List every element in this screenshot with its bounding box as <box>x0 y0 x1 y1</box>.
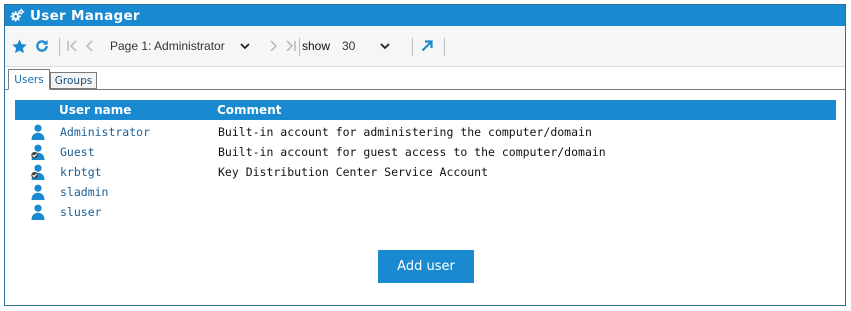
toolbar: Page 1: Administrator show 30 <box>5 26 845 67</box>
add-user-button[interactable]: Add user <box>378 250 474 283</box>
external-link-icon[interactable] <box>420 26 434 66</box>
last-page-icon[interactable] <box>283 26 297 66</box>
user-name-link[interactable]: sladmin <box>60 185 108 199</box>
user-name-link[interactable]: Guest <box>60 145 95 159</box>
column-header-comment[interactable]: Comment <box>217 103 281 117</box>
tab-label: Groups <box>54 74 93 87</box>
tab-panel-border <box>5 89 845 90</box>
page-selector[interactable]: Page 1: Administrator <box>110 26 225 66</box>
disabled-user-icon <box>31 164 45 180</box>
toolbar-separator <box>412 38 413 56</box>
show-label: show <box>302 39 331 53</box>
user-manager-window: User Manager Page 1: Administrator show … <box>4 4 846 306</box>
user-name-link[interactable]: krbtgt <box>60 165 102 179</box>
user-comment: Built-in account for administering the c… <box>218 125 592 139</box>
refresh-icon[interactable] <box>34 26 50 66</box>
window-title: User Manager <box>30 7 140 24</box>
toolbar-separator <box>59 38 60 56</box>
user-name-link[interactable]: sluser <box>60 205 102 219</box>
user-icon <box>31 204 45 220</box>
chevron-down-icon[interactable] <box>239 26 251 66</box>
disabled-user-icon <box>31 144 45 160</box>
prev-page-icon[interactable] <box>84 26 96 66</box>
title-bar: User Manager <box>5 5 845 26</box>
table-row[interactable]: sladmin <box>15 182 836 202</box>
table-row[interactable]: Guest Built-in account for guest access … <box>15 142 836 162</box>
toolbar-separator <box>444 38 445 56</box>
toolbar-separator <box>299 38 300 56</box>
column-header-user-name[interactable]: User name <box>59 103 131 117</box>
first-page-icon[interactable] <box>66 26 80 66</box>
tab-label: Users <box>14 73 44 86</box>
chevron-down-icon[interactable] <box>379 26 391 66</box>
next-page-icon[interactable] <box>267 26 279 66</box>
user-comment: Built-in account for guest access to the… <box>218 145 606 159</box>
user-icon <box>31 124 45 140</box>
table-row[interactable]: sluser <box>15 202 836 222</box>
show-count-select[interactable]: 30 <box>342 26 355 66</box>
tab-groups[interactable]: Groups <box>50 72 97 89</box>
table-row[interactable]: krbtgt Key Distribution Center Service A… <box>15 162 836 182</box>
user-icon <box>31 184 45 200</box>
star-icon[interactable] <box>11 26 28 66</box>
grid-header: User name Comment <box>15 100 836 120</box>
user-comment: Key Distribution Center Service Account <box>218 165 489 179</box>
gear-icon <box>9 8 25 24</box>
user-name-link[interactable]: Administrator <box>60 125 150 139</box>
tab-users[interactable]: Users <box>8 69 50 90</box>
table-row[interactable]: Administrator Built-in account for admin… <box>15 122 836 142</box>
